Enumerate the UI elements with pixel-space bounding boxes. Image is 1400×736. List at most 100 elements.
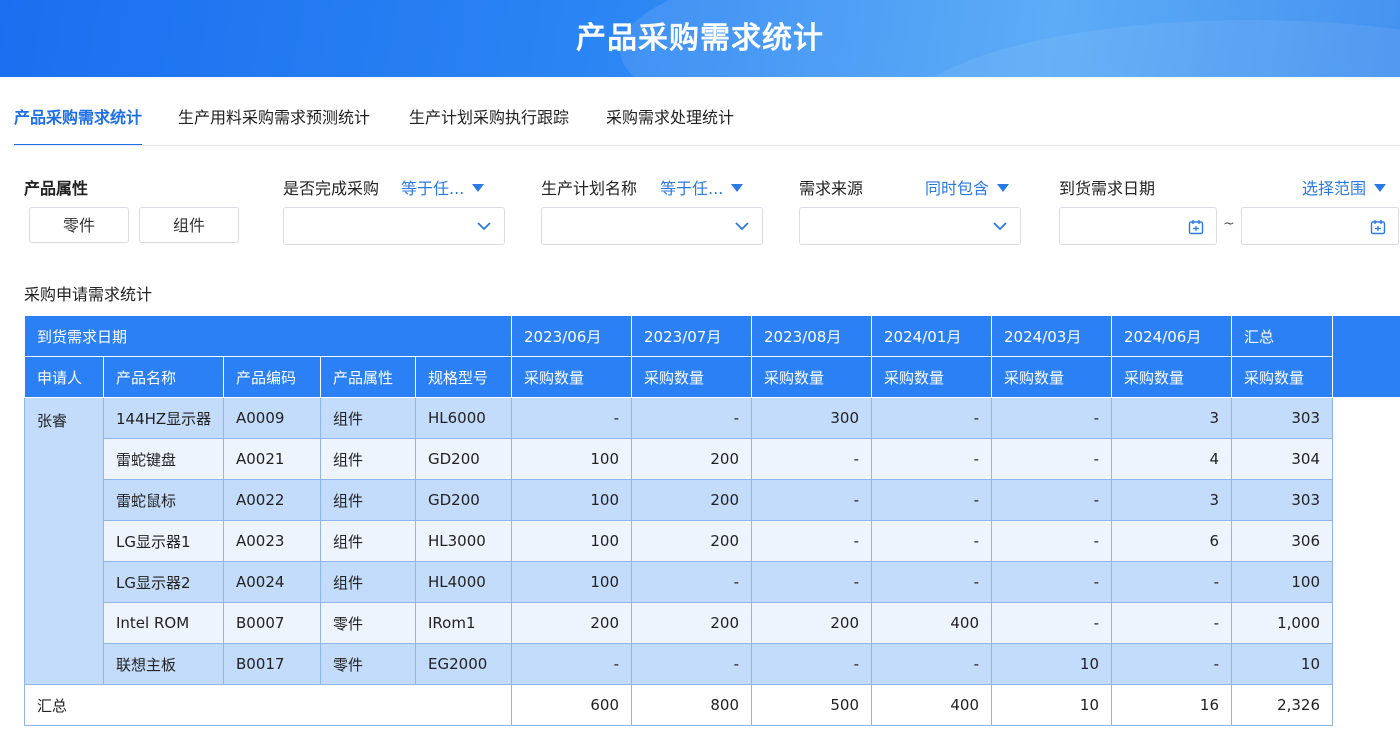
table-header-row: 到货需求日期 2023/06月 2023/07月 2023/08月 2024/0… xyxy=(23,315,1400,398)
date-range-separator: ~ xyxy=(1223,216,1235,232)
cell-spec: EG2000 xyxy=(414,643,513,685)
cell-summary-quantity: 10 xyxy=(991,684,1113,726)
purchase-complete-operator-dropdown[interactable]: 等于任... xyxy=(401,175,485,199)
source-operator-dropdown[interactable]: 同时包含 xyxy=(925,175,1010,199)
cell-product-attr: 组件 xyxy=(320,520,416,562)
cell-row-total: 10 xyxy=(1231,643,1334,685)
plan-name-operator-dropdown[interactable]: 等于任... xyxy=(660,175,744,199)
cell-grand-total: 2,326 xyxy=(1231,684,1334,726)
cell-quantity: - xyxy=(871,479,993,521)
cell-product-attr: 组件 xyxy=(320,438,416,480)
table-summary-row: 汇总 600 800 500 400 10 16 2,326 xyxy=(23,684,1400,726)
table-row: LG显示器1 A0023 组件 HL3000 100 200 - - - 6 3… xyxy=(25,520,1400,562)
header-measure: 采购数量 xyxy=(751,356,873,398)
attribute-part-button[interactable]: 零件 xyxy=(29,207,129,243)
plan-name-select[interactable] xyxy=(541,207,763,245)
cell-quantity: - xyxy=(1111,643,1233,685)
cell-product-name: LG显示器2 xyxy=(103,561,224,603)
cell-product-name: Intel ROM xyxy=(103,602,224,644)
table-row: 雷蛇键盘 A0021 组件 GD200 100 200 - - - 4 304 xyxy=(25,438,1400,480)
arrival-date-end-input[interactable] xyxy=(1241,207,1399,245)
attribute-assembly-button[interactable]: 组件 xyxy=(139,207,239,243)
cell-quantity: 200 xyxy=(631,438,753,480)
cell-row-total: 304 xyxy=(1231,438,1334,480)
operator-label: 同时包含 xyxy=(925,179,990,198)
filter-label-arrival-date: 到货需求日期 xyxy=(1059,179,1156,198)
cell-quantity: 3 xyxy=(1111,397,1233,439)
table-row: 联想主板 B0017 零件 EG2000 - - - - 10 - 10 xyxy=(25,643,1400,685)
cell-row-total: 306 xyxy=(1231,520,1334,562)
cell-quantity: - xyxy=(871,561,993,603)
tab-material-forecast-stats[interactable]: 生产用料采购需求预测统计 xyxy=(178,100,370,144)
cell-summary-quantity: 16 xyxy=(1111,684,1233,726)
cell-quantity: 200 xyxy=(751,602,873,644)
cell-quantity: 100 xyxy=(511,520,633,562)
caret-down-icon xyxy=(1374,184,1387,192)
cell-row-total: 303 xyxy=(1231,397,1334,439)
cell-quantity: - xyxy=(991,397,1113,439)
source-select[interactable] xyxy=(799,207,1021,245)
operator-label: 选择范围 xyxy=(1302,179,1367,198)
header-spacer xyxy=(1332,315,1400,398)
table-row: 雷蛇鼠标 A0022 组件 GD200 100 200 - - - 3 303 xyxy=(25,479,1400,521)
cell-quantity: - xyxy=(631,397,753,439)
header-measure: 采购数量 xyxy=(991,356,1113,398)
arrival-date-start-input[interactable] xyxy=(1059,207,1217,245)
cell-applicant: 张睿 xyxy=(24,397,104,685)
header-applicant: 申请人 xyxy=(24,356,104,398)
cell-quantity: 200 xyxy=(631,602,753,644)
cell-product-name: 雷蛇鼠标 xyxy=(103,479,224,521)
cell-summary-quantity: 500 xyxy=(751,684,873,726)
cell-product-code: B0007 xyxy=(223,602,321,644)
header-arrival-date: 到货需求日期 xyxy=(23,315,513,357)
section-title: 采购申请需求统计 xyxy=(24,285,153,304)
header-month: 2023/06月 xyxy=(511,315,633,357)
cell-quantity: 100 xyxy=(511,479,633,521)
cell-quantity: - xyxy=(751,520,873,562)
cell-summary-quantity: 800 xyxy=(631,684,753,726)
cell-spacer xyxy=(1332,684,1400,726)
cell-product-name: 144HZ显示器 xyxy=(103,397,224,439)
cell-quantity: 100 xyxy=(511,561,633,603)
cell-quantity: - xyxy=(991,479,1113,521)
arrival-date-operator-dropdown[interactable]: 选择范围 xyxy=(1302,175,1387,199)
cell-quantity: - xyxy=(871,397,993,439)
header-product-attr: 产品属性 xyxy=(320,356,416,398)
table-header-row: 申请人 产品名称 产品编码 产品属性 规格型号 采购数量 采购数量 采购数量 采… xyxy=(24,356,1400,398)
cell-quantity: 10 xyxy=(991,643,1113,685)
tab-plan-execution-tracking[interactable]: 生产计划采购执行跟踪 xyxy=(409,100,569,144)
cell-quantity: 3 xyxy=(1111,479,1233,521)
cell-quantity: - xyxy=(991,561,1113,603)
app-header: 产品采购需求统计 xyxy=(0,0,1400,77)
caret-down-icon xyxy=(731,184,744,192)
caret-down-icon xyxy=(472,184,485,192)
cell-quantity: - xyxy=(1111,561,1233,603)
chevron-down-icon xyxy=(993,222,1007,231)
cell-product-code: A0024 xyxy=(223,561,321,603)
caret-down-icon xyxy=(997,184,1010,192)
header-month: 2024/03月 xyxy=(991,315,1113,357)
filter-label-source: 需求来源 xyxy=(799,179,864,198)
cell-quantity: - xyxy=(751,561,873,603)
cell-quantity: - xyxy=(871,438,993,480)
header-month: 2024/06月 xyxy=(1111,315,1233,357)
cell-product-name: 雷蛇键盘 xyxy=(103,438,224,480)
cell-product-attr: 组件 xyxy=(320,479,416,521)
cell-row-total: 1,000 xyxy=(1231,602,1334,644)
cell-row-total: 303 xyxy=(1231,479,1334,521)
header-measure: 采购数量 xyxy=(1111,356,1233,398)
cell-quantity: - xyxy=(871,643,993,685)
cell-spacer xyxy=(1332,438,1400,480)
cell-summary-quantity: 600 xyxy=(511,684,633,726)
tab-product-purchase-stats[interactable]: 产品采购需求统计 xyxy=(14,100,143,146)
cell-quantity: - xyxy=(751,438,873,480)
cell-quantity: - xyxy=(991,520,1113,562)
purchase-stats-table: 到货需求日期 2023/06月 2023/07月 2023/08月 2024/0… xyxy=(23,315,1400,726)
header-measure: 采购数量 xyxy=(1231,356,1334,398)
chevron-down-icon xyxy=(477,222,491,231)
cell-summary-quantity: 400 xyxy=(871,684,993,726)
chevron-down-icon xyxy=(735,222,749,231)
tab-demand-processing-stats[interactable]: 采购需求处理统计 xyxy=(606,100,734,144)
cell-quantity: 200 xyxy=(511,602,633,644)
purchase-complete-select[interactable] xyxy=(283,207,505,245)
